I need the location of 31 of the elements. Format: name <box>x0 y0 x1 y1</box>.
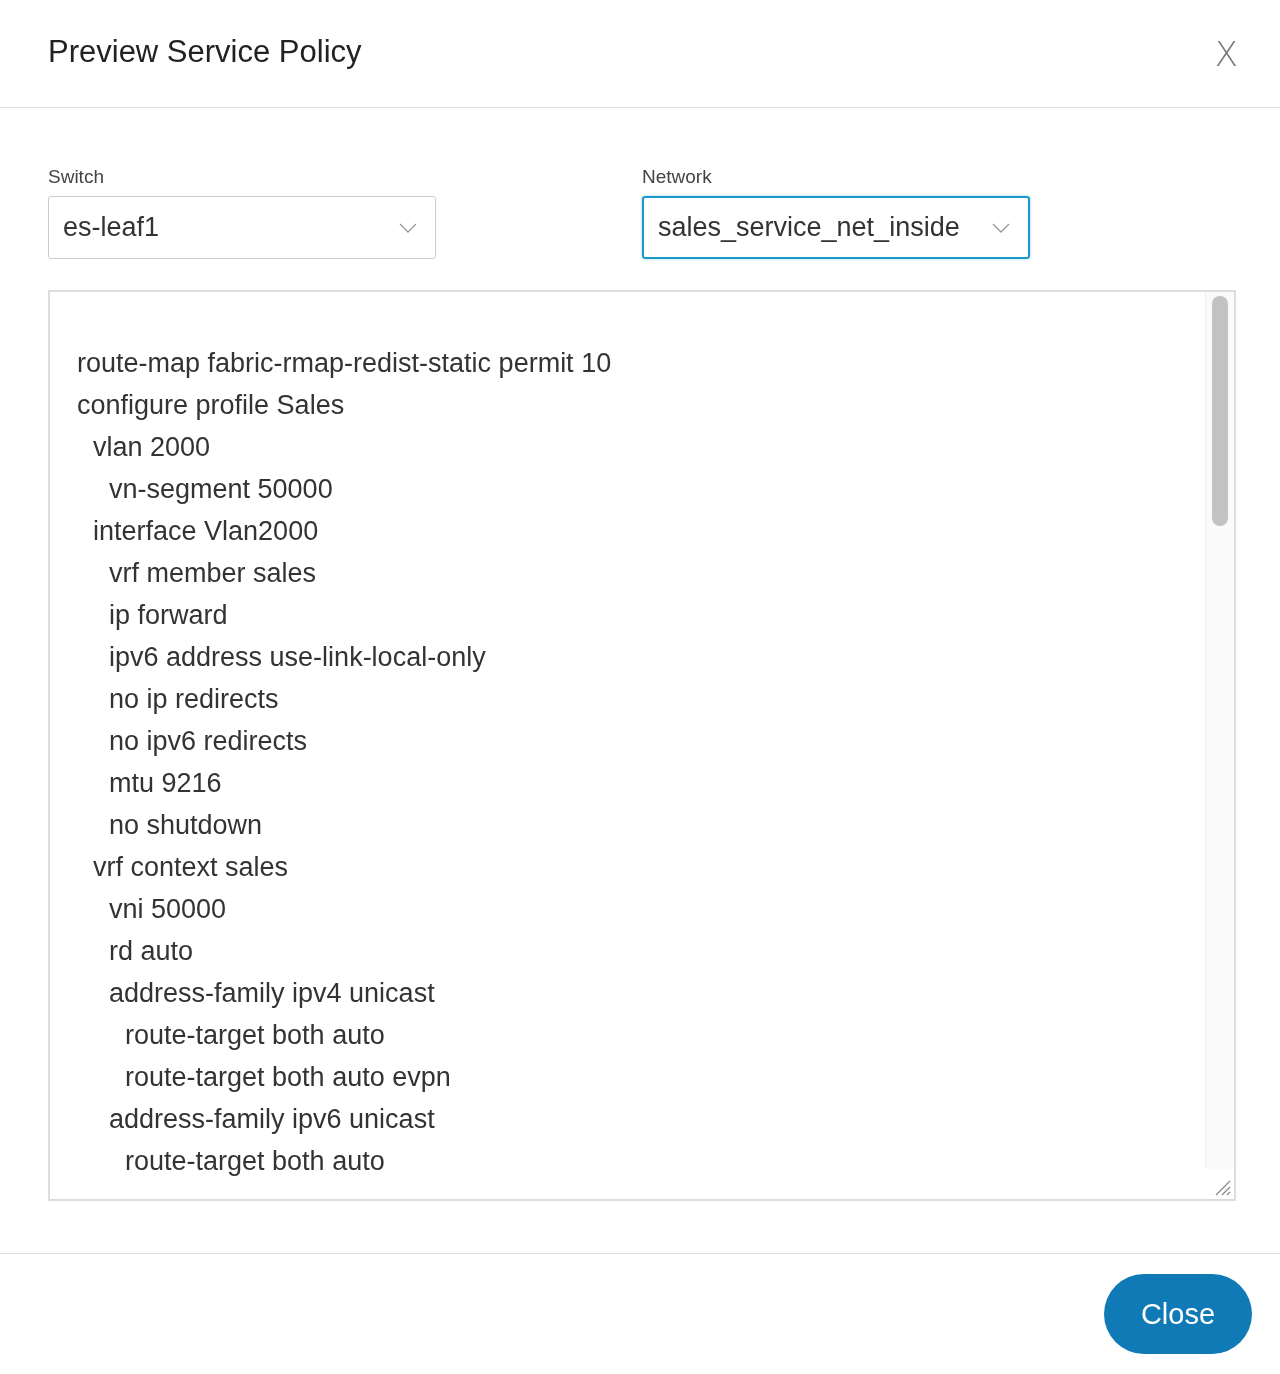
dropdown-field[interactable]: sales_service_net_inside <box>642 196 1030 259</box>
field-label: Network <box>642 166 713 188</box>
config-line: no shutdown <box>109 810 263 840</box>
chevron-down-icon <box>992 222 1010 233</box>
config-line: vni 50000 <box>109 894 227 924</box>
config-line: rd auto <box>109 936 194 966</box>
config-line: mtu 9216 <box>109 768 222 798</box>
config-line: ip forward <box>109 600 228 630</box>
config-line: ipv6 address use-link-local-only <box>109 642 486 672</box>
config-line: no ipv6 redirects <box>109 726 308 756</box>
config-line: route-map fabric-rmap-redist-static permit 10 <box>77 348 612 378</box>
config-line: vlan 2000 <box>93 432 211 462</box>
config-line: vrf member sales <box>109 558 317 588</box>
config-line: route-target both auto evpn <box>125 1062 451 1092</box>
dropdown-field[interactable]: es-leaf1 <box>48 196 436 259</box>
dialog-title: Preview Service Policy <box>48 33 362 70</box>
config-line: interface Vlan2000 <box>93 516 319 546</box>
config-line: vn-segment 50000 <box>109 474 333 504</box>
field-label: Switch <box>48 166 105 188</box>
config-line: route-target both auto <box>125 1146 385 1176</box>
config-text-area[interactable] <box>48 290 1236 1201</box>
config-line: route-target both auto <box>125 1020 385 1050</box>
chevron-down-icon <box>399 222 417 233</box>
scrollbar[interactable] <box>1205 292 1234 1169</box>
config-line: address-family ipv4 unicast <box>109 978 435 1008</box>
config-line: vrf context sales <box>93 852 289 882</box>
close-button[interactable]: Close <box>1104 1274 1252 1354</box>
scrollbar-thumb[interactable] <box>1212 296 1228 526</box>
config-line: configure profile Sales <box>77 390 345 420</box>
config-line: no ip redirects <box>109 684 279 714</box>
config-line: address-family ipv6 unicast <box>109 1104 435 1134</box>
